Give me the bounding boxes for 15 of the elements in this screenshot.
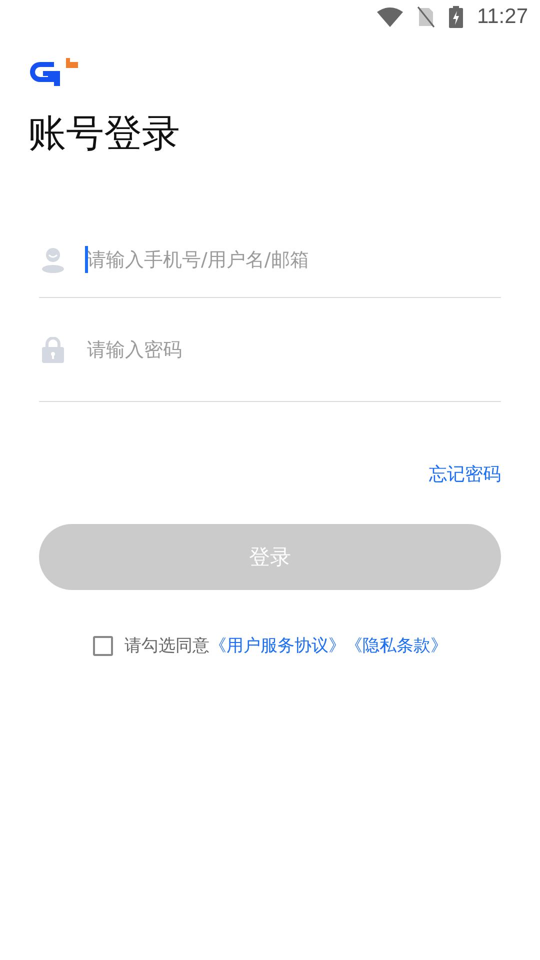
battery-charging-icon xyxy=(449,6,463,28)
agreement-checkbox[interactable] xyxy=(92,636,112,656)
lock-icon xyxy=(41,336,65,362)
agreement-text: 请勾选同意 xyxy=(124,635,210,657)
input-field[interactable]: 请输入手机号/用户名/邮箱 xyxy=(85,244,501,274)
input-field[interactable]: 请输入密码 xyxy=(85,334,501,364)
clock-time: 11:27 xyxy=(477,5,528,29)
user-icon xyxy=(41,246,65,272)
wifi-icon xyxy=(377,7,403,27)
agreement-link[interactable]: 《用户服务协议》 xyxy=(210,634,346,657)
forgot-password-link[interactable]: 忘记密码 xyxy=(429,462,501,486)
page-title: 账号登录 xyxy=(28,110,181,157)
no-sim-icon xyxy=(417,6,435,28)
agreement-link[interactable]: 《隐私条款》 xyxy=(346,634,448,657)
logo-icon xyxy=(28,58,78,86)
